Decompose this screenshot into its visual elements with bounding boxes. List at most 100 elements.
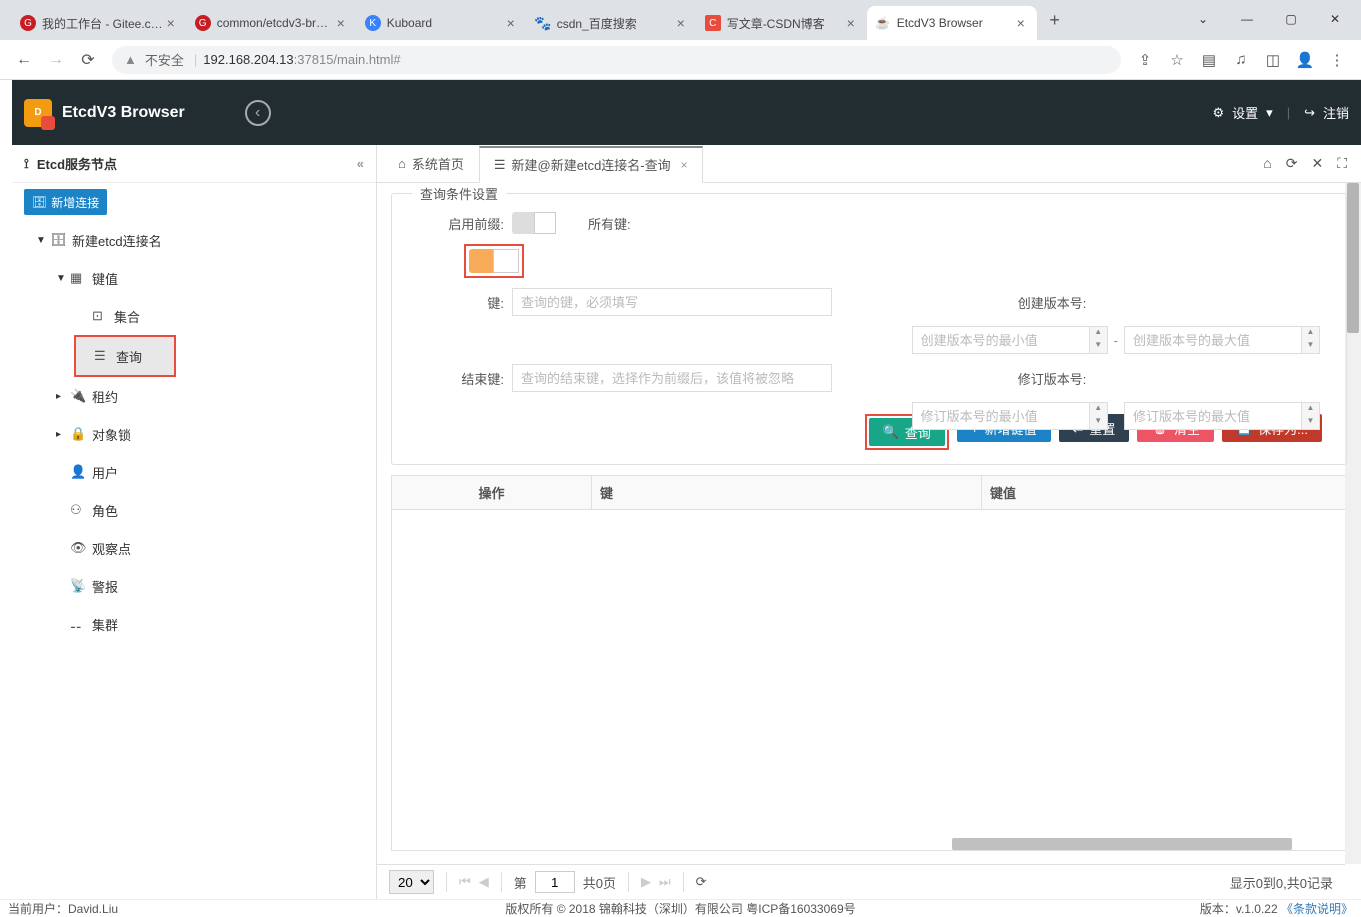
tree-lock[interactable]: ▸🔒对象锁 bbox=[12, 415, 376, 453]
first-page-icon[interactable]: ⏮ bbox=[459, 874, 471, 890]
spin-up-icon[interactable]: ▲ bbox=[1089, 403, 1107, 416]
all-keys-toggle[interactable] bbox=[469, 249, 519, 273]
tree-alarm[interactable]: 📡警报 bbox=[12, 567, 376, 605]
forward-button[interactable]: → bbox=[40, 44, 72, 76]
close-icon[interactable]: × bbox=[673, 15, 689, 31]
close-icon[interactable]: × bbox=[503, 15, 519, 31]
spin-up-icon[interactable]: ▲ bbox=[1089, 327, 1107, 340]
tab-title: 我的工作台 - Gitee.c… bbox=[42, 15, 163, 32]
browser-actions: ⇪ ☆ ▤ ♫ ◫ 👤 ⋮ bbox=[1129, 51, 1353, 69]
create-rev-label: 创建版本号: bbox=[862, 293, 1242, 312]
menu-icon[interactable]: ⋮ bbox=[1321, 51, 1353, 69]
browser-tab-4[interactable]: C写文章-CSDN博客× bbox=[697, 6, 867, 40]
refresh-icon[interactable]: ⟳ bbox=[1286, 155, 1298, 172]
tree-lease[interactable]: ▸🔌租约 bbox=[12, 377, 376, 415]
collapse-sidebar-button[interactable]: ‹ bbox=[245, 100, 271, 126]
gear-icon: ⚙ bbox=[1212, 105, 1224, 121]
page-input[interactable] bbox=[535, 871, 575, 893]
star-icon[interactable]: ☆ bbox=[1161, 51, 1193, 69]
coffee-icon: ☕ bbox=[875, 15, 891, 31]
music-icon[interactable]: ♫ bbox=[1225, 51, 1257, 68]
app-header: D EtcdV3 Browser ‹ ⚙ 设置 ▾ | ↪ 注销 bbox=[12, 80, 1361, 145]
tree-kv[interactable]: ▼▦键值 bbox=[12, 259, 376, 297]
page-size-select[interactable]: 20 bbox=[389, 870, 434, 894]
paw-icon: 🐾 bbox=[535, 15, 551, 31]
tab-query[interactable]: ☰新建@新建etcd连接名-查询× bbox=[479, 146, 703, 183]
maximize-icon[interactable]: ▢ bbox=[1269, 12, 1313, 26]
tree-watch[interactable]: 👁观察点 bbox=[12, 529, 376, 567]
spin-down-icon[interactable]: ▼ bbox=[1301, 416, 1319, 429]
profile-icon[interactable]: 👤 bbox=[1289, 51, 1321, 69]
browser-tabs: G我的工作台 - Gitee.c…× Gcommon/etcdv3-br…× K… bbox=[0, 6, 1181, 40]
create-rev-max-input[interactable] bbox=[1124, 326, 1320, 354]
enable-prefix-toggle[interactable] bbox=[512, 212, 556, 234]
favicon: K bbox=[365, 15, 381, 31]
home-icon[interactable]: ⌂ bbox=[1263, 155, 1271, 172]
terms-link[interactable]: 《条款说明》 bbox=[1281, 902, 1353, 916]
reload-button[interactable]: ⟳ bbox=[72, 44, 104, 76]
url-input[interactable]: ▲ 不安全 | 192.168.204.13:37815/main.html# bbox=[112, 46, 1121, 74]
mod-rev-min-input[interactable] bbox=[912, 402, 1108, 430]
tree-user[interactable]: 👤用户 bbox=[12, 453, 376, 491]
reload-page-icon[interactable]: ⟳ bbox=[696, 874, 707, 890]
spin-down-icon[interactable]: ▼ bbox=[1089, 416, 1107, 429]
browser-tab-2[interactable]: KKuboard× bbox=[357, 6, 527, 40]
settings-link[interactable]: 设置 bbox=[1232, 103, 1258, 122]
tree-query[interactable]: ☰查询 bbox=[76, 337, 174, 375]
chevron-down-icon[interactable]: ⌄ bbox=[1181, 12, 1225, 26]
prev-page-icon[interactable]: ◀ bbox=[479, 874, 489, 890]
results-table: 操作 键 键值 bbox=[391, 475, 1347, 851]
spin-up-icon[interactable]: ▲ bbox=[1301, 327, 1319, 340]
chevron-down-icon[interactable]: ▾ bbox=[1266, 105, 1273, 121]
close-tab-icon[interactable]: × bbox=[681, 158, 688, 172]
back-button[interactable]: ← bbox=[8, 44, 40, 76]
last-page-icon[interactable]: ⏭ bbox=[659, 874, 671, 890]
collapse-tree-icon[interactable]: « bbox=[357, 156, 364, 171]
tab-title: csdn_百度搜索 bbox=[557, 15, 673, 32]
minimize-icon[interactable]: — bbox=[1225, 12, 1269, 26]
tree-role[interactable]: ⚇角色 bbox=[12, 491, 376, 529]
tree-connection[interactable]: ▼🗄新建etcd连接名 bbox=[12, 221, 376, 259]
browser-tab-1[interactable]: Gcommon/etcdv3-br…× bbox=[187, 6, 357, 40]
spin-up-icon[interactable]: ▲ bbox=[1301, 403, 1319, 416]
browser-tab-3[interactable]: 🐾 csdn_百度搜索× bbox=[527, 6, 697, 40]
spin-down-icon[interactable]: ▼ bbox=[1089, 340, 1107, 353]
next-page-icon[interactable]: ▶ bbox=[641, 874, 651, 890]
close-window-icon[interactable]: ✕ bbox=[1313, 12, 1357, 26]
tree-collection[interactable]: ⊡集合 bbox=[12, 297, 376, 335]
connection-tree: ▼🗄新建etcd连接名 ▼▦键值 ⊡集合 ☰查询 ▸🔌租约 ▸🔒对象锁 👤用户 … bbox=[12, 221, 376, 899]
col-operation: 操作 bbox=[392, 476, 592, 509]
mod-rev-max-input[interactable] bbox=[1124, 402, 1320, 430]
scrollbar-thumb[interactable] bbox=[1347, 183, 1359, 333]
close-icon[interactable]: × bbox=[1013, 15, 1029, 31]
security-label: 不安全 bbox=[145, 50, 184, 69]
close-icon[interactable]: × bbox=[843, 15, 859, 31]
browser-tab-5[interactable]: ☕ EtcdV3 Browser× bbox=[867, 6, 1037, 40]
horizontal-scrollbar[interactable] bbox=[952, 838, 1292, 850]
eye-icon: 👁 bbox=[70, 540, 92, 556]
reading-list-icon[interactable]: ▤ bbox=[1193, 51, 1225, 69]
main-panel: ⌂系统首页 ☰新建@新建etcd连接名-查询× ⌂ ⟳ ✕ ⛶ 查询条件设置 启… bbox=[377, 145, 1361, 899]
add-connection-button[interactable]: 🗄 新增连接 bbox=[24, 189, 107, 215]
query-fieldset: 查询条件设置 启用前缀: 所有键: 键: 创建版本号: bbox=[391, 193, 1347, 465]
main-tabs: ⌂系统首页 ☰新建@新建etcd连接名-查询× ⌂ ⟳ ✕ ⛶ bbox=[377, 145, 1361, 183]
spin-down-icon[interactable]: ▼ bbox=[1301, 340, 1319, 353]
scrollbar-track[interactable] bbox=[1345, 183, 1361, 864]
share-icon[interactable]: ⇪ bbox=[1129, 51, 1161, 69]
logout-link[interactable]: 注销 bbox=[1323, 103, 1349, 122]
new-tab-button[interactable]: + bbox=[1041, 6, 1069, 34]
tab-title: EtcdV3 Browser bbox=[897, 16, 1013, 30]
tab-title: common/etcdv3-br… bbox=[217, 16, 333, 30]
extension-icon[interactable]: ◫ bbox=[1257, 51, 1289, 69]
key-input[interactable] bbox=[512, 288, 832, 316]
page-gutter bbox=[0, 80, 12, 899]
tree-cluster[interactable]: ⚋集群 bbox=[12, 605, 376, 643]
create-rev-min-input[interactable] bbox=[912, 326, 1108, 354]
close-icon[interactable]: × bbox=[333, 15, 349, 31]
browser-tab-0[interactable]: G我的工作台 - Gitee.c…× bbox=[12, 6, 187, 40]
end-key-input[interactable] bbox=[512, 364, 832, 392]
tab-home[interactable]: ⌂系统首页 bbox=[383, 145, 479, 182]
close-all-icon[interactable]: ✕ bbox=[1311, 155, 1323, 172]
fullscreen-icon[interactable]: ⛶ bbox=[1337, 155, 1347, 172]
close-icon[interactable]: × bbox=[163, 15, 179, 31]
